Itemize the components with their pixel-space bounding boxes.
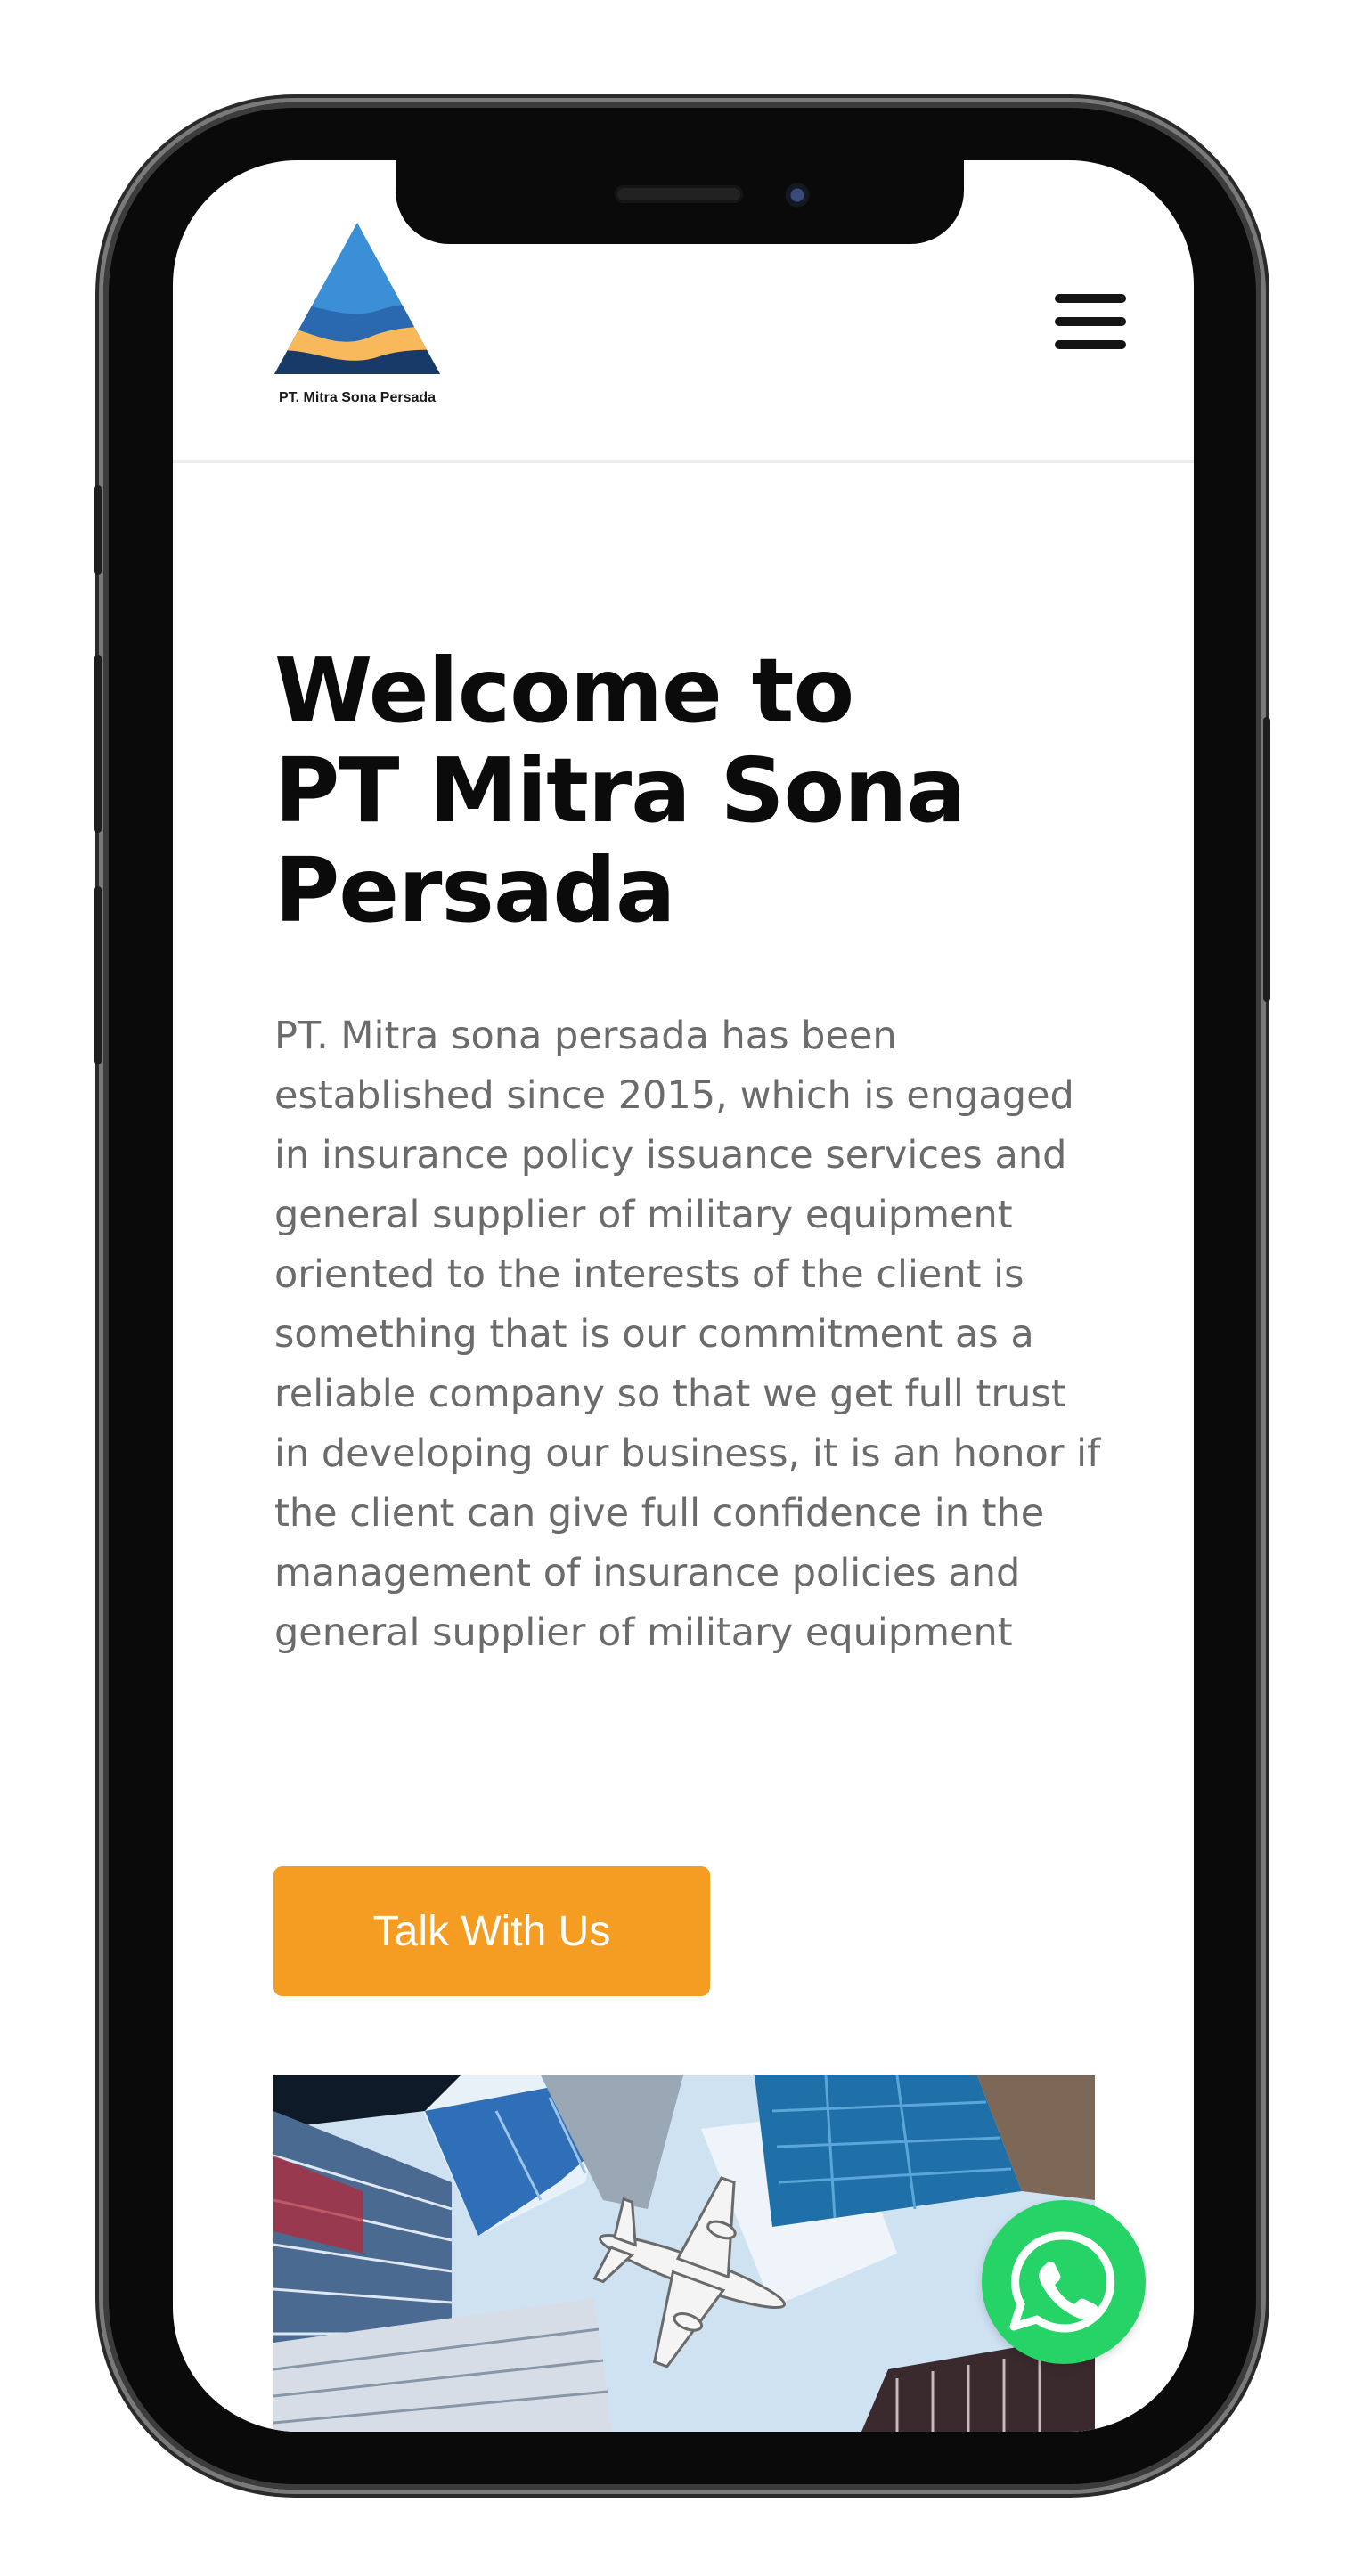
hero-title: Welcome to PT Mitra Sona Persada <box>274 641 1076 941</box>
hero-image <box>273 2075 1095 2432</box>
hero-title-line-1: Welcome to <box>274 639 854 743</box>
hamburger-menu-button[interactable] <box>1055 294 1130 353</box>
menu-bar-middle <box>1055 317 1126 326</box>
volume-up-button <box>94 655 102 833</box>
menu-bar-bottom <box>1055 340 1126 349</box>
notch <box>396 160 964 244</box>
phone-screen: PT. Mitra Sona Persada Welcome to PT Mit… <box>173 160 1194 2432</box>
mute-switch <box>94 485 102 575</box>
whatsapp-button[interactable] <box>982 2200 1146 2364</box>
logo-text: PT. Mitra Sona Persada <box>278 390 437 405</box>
hero-description: PT. Mitra sona persada has been establis… <box>274 1014 1101 1655</box>
whatsapp-icon <box>1009 2231 1115 2333</box>
volume-down-button <box>94 886 102 1064</box>
earpiece-speaker <box>615 185 743 203</box>
talk-with-us-button[interactable]: Talk With Us <box>273 1866 710 1996</box>
phone-frame: PT. Mitra Sona Persada Welcome to PT Mit… <box>94 102 1270 2490</box>
logo-mountain-icon <box>274 223 440 374</box>
brand-logo[interactable]: PT. Mitra Sona Persada <box>255 223 460 419</box>
power-button <box>1263 717 1270 1002</box>
hero-title-line-2: PT Mitra Sona <box>274 738 967 843</box>
hero-title-line-3: Persada <box>274 838 676 942</box>
menu-bar-top <box>1055 294 1126 303</box>
front-camera <box>779 176 816 214</box>
city-skyline-airplane-image <box>273 2075 1095 2432</box>
